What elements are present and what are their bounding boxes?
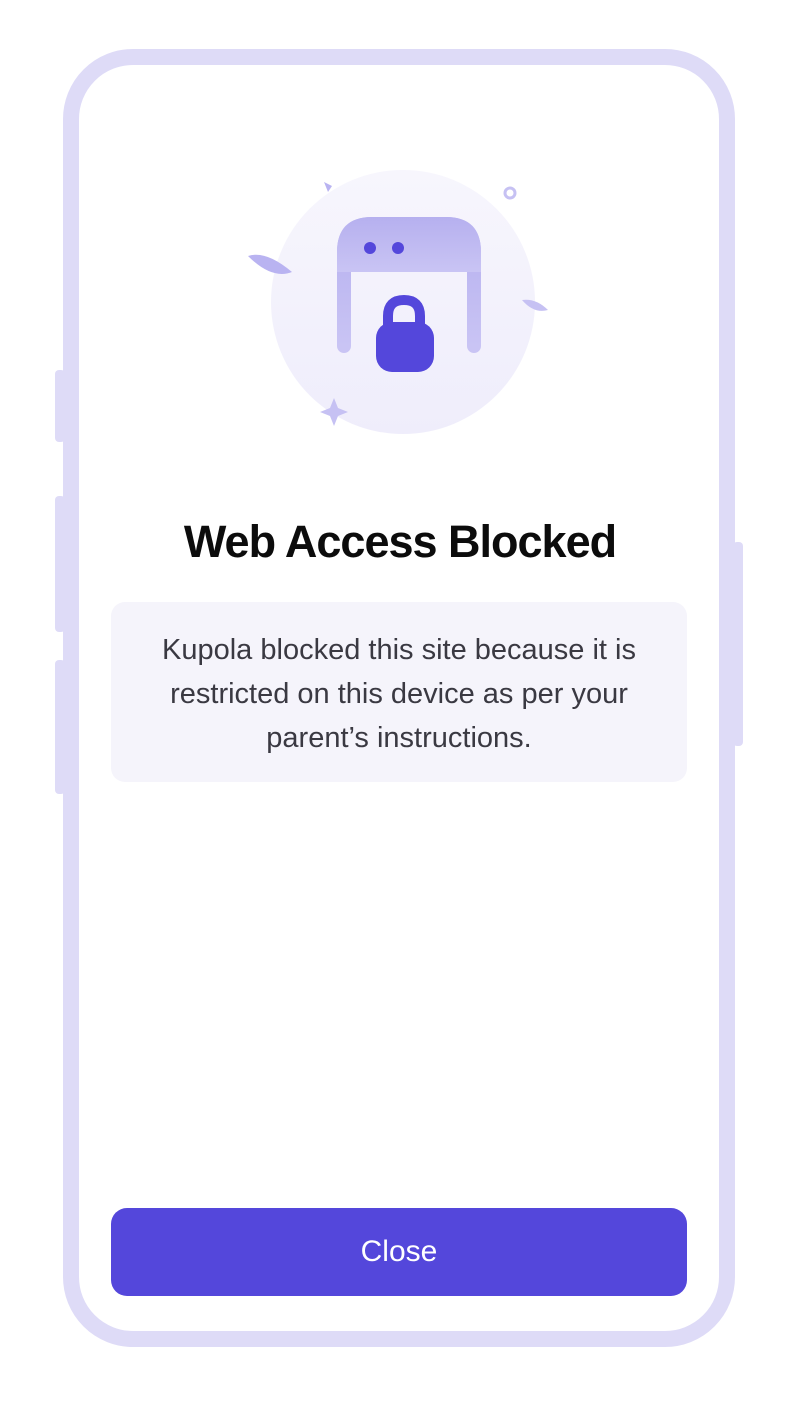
locked-browser-icon xyxy=(248,170,548,434)
phone-side-button xyxy=(55,660,65,794)
close-button[interactable]: Close xyxy=(111,1208,687,1296)
phone-volume-down-button xyxy=(55,496,65,632)
page-title: Web Access Blocked xyxy=(183,516,617,567)
blocked-message: Kupola blocked this site because it is r… xyxy=(162,634,636,754)
shard-decoration-icon xyxy=(324,182,332,192)
message-card: Kupola blocked this site because it is r… xyxy=(111,602,687,782)
phone-volume-up-button xyxy=(55,370,65,442)
ring-decoration-icon xyxy=(503,186,517,200)
phone-power-button xyxy=(733,542,743,746)
blocked-illustration xyxy=(240,170,560,440)
